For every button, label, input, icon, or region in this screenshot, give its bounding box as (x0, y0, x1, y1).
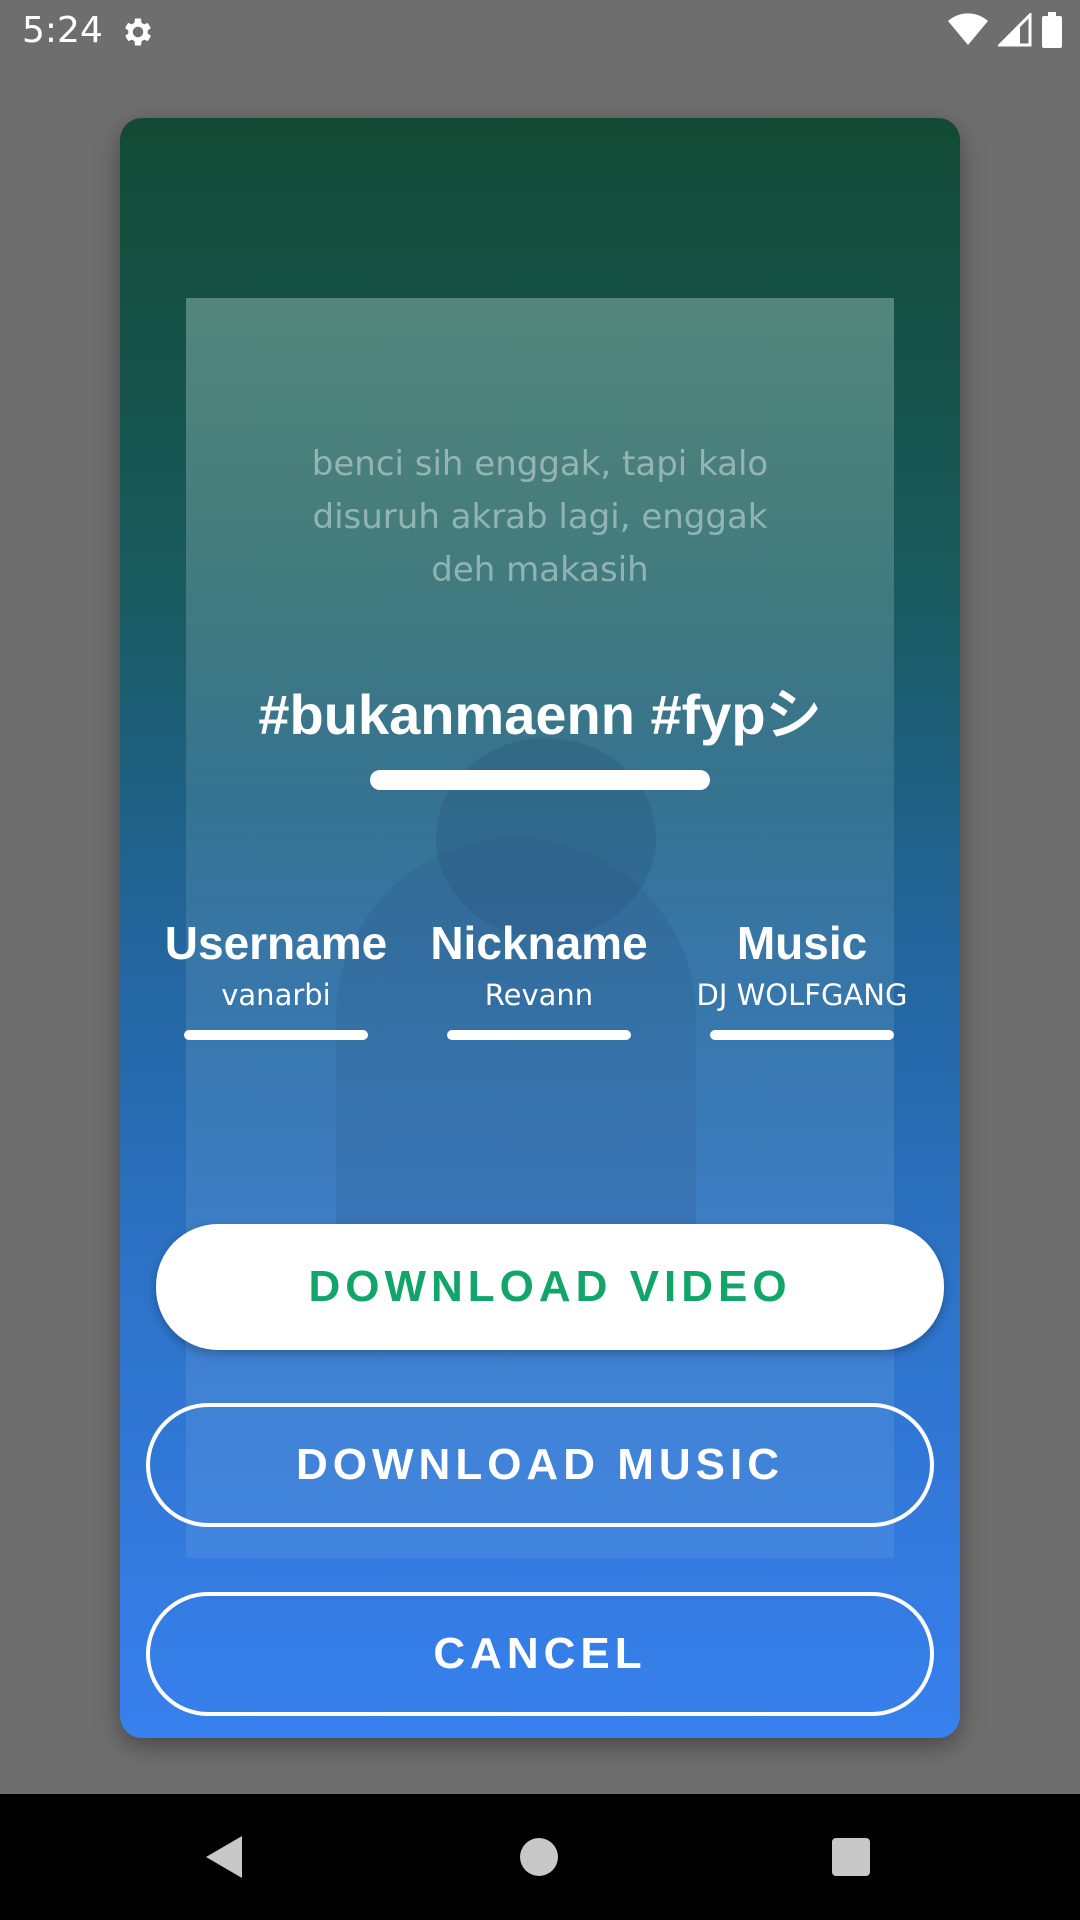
nickname-underline (447, 1030, 631, 1040)
gear-icon (125, 18, 151, 46)
music-info: Music DJ WOLFGANG (670, 916, 934, 1040)
preview-overlay-text: benci sih enggak, tapi kalo disuruh akra… (186, 438, 894, 597)
download-music-button[interactable]: DOWNLOAD MUSIC (146, 1403, 934, 1527)
preview-text-line: benci sih enggak, tapi kalo (311, 444, 769, 484)
navigation-bar (0, 1794, 1080, 1920)
preview-text-line: disuruh akrab lagi, enggak (312, 497, 768, 537)
nickname-value: Revann (484, 978, 594, 1012)
download-video-button[interactable]: DOWNLOAD VIDEO (156, 1224, 944, 1350)
music-label: Music (736, 917, 868, 969)
status-bar: 5:24 (0, 0, 1080, 62)
video-caption: #bukanmaenn #fypシ (258, 683, 822, 746)
home-icon[interactable] (520, 1838, 558, 1876)
username-underline (184, 1030, 368, 1040)
username-info: Username vanarbi (144, 916, 408, 1040)
preview-figure-body (336, 838, 696, 1258)
cancel-button[interactable]: CANCEL (146, 1592, 934, 1716)
music-value: DJ WOLFGANG (696, 978, 908, 1012)
nickname-info: Nickname Revann (407, 916, 671, 1040)
back-icon[interactable] (204, 1834, 244, 1880)
music-underline (710, 1030, 894, 1040)
status-time: 5:24 (22, 10, 103, 51)
cell-signal-icon (998, 13, 1032, 47)
download-dialog: benci sih enggak, tapi kalo disuruh akra… (120, 118, 960, 1738)
username-label: Username (164, 917, 388, 969)
nickname-label: Nickname (430, 917, 648, 969)
status-icons (948, 12, 1062, 48)
recents-icon[interactable] (832, 1838, 870, 1876)
preview-text-line: deh makasih (431, 550, 649, 590)
wifi-icon (948, 13, 988, 45)
caption-underline (370, 770, 710, 790)
username-value: vanarbi (221, 978, 331, 1012)
battery-icon (1042, 12, 1062, 48)
